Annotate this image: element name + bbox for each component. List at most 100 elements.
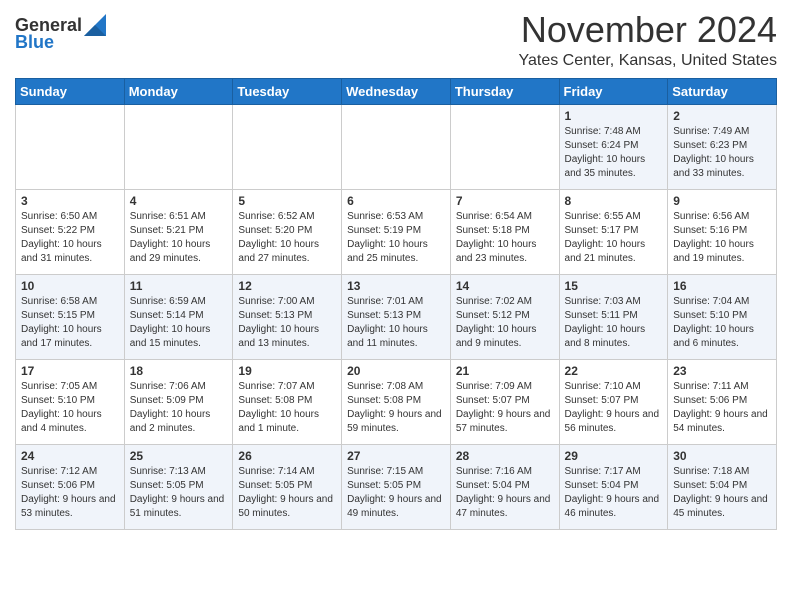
cell-content: Sunrise: 7:17 AM Sunset: 5:04 PM Dayligh… bbox=[565, 465, 663, 521]
cell-content: Sunrise: 7:07 AM Sunset: 5:08 PM Dayligh… bbox=[238, 380, 336, 436]
cell-content: Sunrise: 7:48 AM Sunset: 6:24 PM Dayligh… bbox=[565, 125, 663, 181]
day-number: 12 bbox=[238, 279, 336, 293]
calendar-week-row: 24 Sunrise: 7:12 AM Sunset: 5:06 PM Dayli… bbox=[16, 444, 777, 529]
cell-content: Sunrise: 7:49 AM Sunset: 6:23 PM Dayligh… bbox=[673, 125, 771, 181]
cell-content: Sunrise: 7:14 AM Sunset: 5:05 PM Dayligh… bbox=[238, 465, 336, 521]
calendar-header: SundayMondayTuesdayWednesdayThursdayFrid… bbox=[16, 78, 777, 104]
logo-icon bbox=[84, 14, 106, 36]
calendar-cell: 5 Sunrise: 6:52 AM Sunset: 5:20 PM Daylig… bbox=[233, 189, 342, 274]
location: Yates Center, Kansas, United States bbox=[518, 52, 777, 70]
cell-content: Sunrise: 7:15 AM Sunset: 5:05 PM Dayligh… bbox=[347, 465, 445, 521]
calendar-cell: 16 Sunrise: 7:04 AM Sunset: 5:10 PM Dayli… bbox=[668, 274, 777, 359]
calendar-cell: 29 Sunrise: 7:17 AM Sunset: 5:04 PM Dayli… bbox=[559, 444, 668, 529]
day-number: 4 bbox=[130, 194, 228, 208]
calendar-cell: 3Sunrise: 6:50 AM Sunset: 5:22 PM Daylig… bbox=[16, 189, 125, 274]
cell-content: Sunrise: 6:54 AM Sunset: 5:18 PM Dayligh… bbox=[456, 210, 554, 266]
calendar-cell: 19 Sunrise: 7:07 AM Sunset: 5:08 PM Dayli… bbox=[233, 359, 342, 444]
calendar-cell: 21 Sunrise: 7:09 AM Sunset: 5:07 PM Dayli… bbox=[450, 359, 559, 444]
day-number: 14 bbox=[456, 279, 554, 293]
cell-content: Sunrise: 7:16 AM Sunset: 5:04 PM Dayligh… bbox=[456, 465, 554, 521]
day-number: 1 bbox=[565, 109, 663, 123]
calendar-cell: 1 Sunrise: 7:48 AM Sunset: 6:24 PM Daylig… bbox=[559, 104, 668, 189]
calendar-body: 1 Sunrise: 7:48 AM Sunset: 6:24 PM Daylig… bbox=[16, 104, 777, 529]
calendar-cell: 30 Sunrise: 7:18 AM Sunset: 5:04 PM Dayli… bbox=[668, 444, 777, 529]
day-number: 15 bbox=[565, 279, 663, 293]
day-number: 2 bbox=[673, 109, 771, 123]
day-number: 24 bbox=[21, 449, 119, 463]
day-number: 18 bbox=[130, 364, 228, 378]
cell-content: Sunrise: 7:10 AM Sunset: 5:07 PM Dayligh… bbox=[565, 380, 663, 436]
cell-content: Sunrise: 7:12 AM Sunset: 5:06 PM Dayligh… bbox=[21, 465, 119, 521]
day-number: 10 bbox=[21, 279, 119, 293]
calendar-cell: 17Sunrise: 7:05 AM Sunset: 5:10 PM Dayli… bbox=[16, 359, 125, 444]
calendar-cell bbox=[342, 104, 451, 189]
calendar-cell: 25Sunrise: 7:13 AM Sunset: 5:05 PM Dayli… bbox=[124, 444, 233, 529]
day-number: 6 bbox=[347, 194, 445, 208]
logo-blue-text: Blue bbox=[15, 32, 54, 53]
month-title: November 2024 bbox=[518, 10, 777, 50]
weekday-header-wednesday: Wednesday bbox=[342, 78, 451, 104]
day-number: 13 bbox=[347, 279, 445, 293]
calendar-week-row: 17Sunrise: 7:05 AM Sunset: 5:10 PM Dayli… bbox=[16, 359, 777, 444]
day-number: 21 bbox=[456, 364, 554, 378]
cell-content: Sunrise: 6:58 AM Sunset: 5:15 PM Dayligh… bbox=[21, 295, 119, 351]
calendar-cell: 14 Sunrise: 7:02 AM Sunset: 5:12 PM Dayli… bbox=[450, 274, 559, 359]
day-number: 29 bbox=[565, 449, 663, 463]
day-number: 16 bbox=[673, 279, 771, 293]
weekday-header-saturday: Saturday bbox=[668, 78, 777, 104]
calendar-cell: 24 Sunrise: 7:12 AM Sunset: 5:06 PM Dayli… bbox=[16, 444, 125, 529]
day-number: 5 bbox=[238, 194, 336, 208]
day-number: 30 bbox=[673, 449, 771, 463]
weekday-header-row: SundayMondayTuesdayWednesdayThursdayFrid… bbox=[16, 78, 777, 104]
cell-content: Sunrise: 7:06 AM Sunset: 5:09 PM Dayligh… bbox=[130, 380, 228, 436]
page-header: General Blue November 2024 Yates Center,… bbox=[15, 10, 777, 70]
cell-content: Sunrise: 7:02 AM Sunset: 5:12 PM Dayligh… bbox=[456, 295, 554, 351]
day-number: 19 bbox=[238, 364, 336, 378]
calendar-cell bbox=[124, 104, 233, 189]
cell-content: Sunrise: 7:00 AM Sunset: 5:13 PM Dayligh… bbox=[238, 295, 336, 351]
calendar-cell: 11Sunrise: 6:59 AM Sunset: 5:14 PM Dayli… bbox=[124, 274, 233, 359]
day-number: 20 bbox=[347, 364, 445, 378]
day-number: 25 bbox=[130, 449, 228, 463]
calendar-cell: 26Sunrise: 7:14 AM Sunset: 5:05 PM Dayli… bbox=[233, 444, 342, 529]
calendar-cell: 7 Sunrise: 6:54 AM Sunset: 5:18 PM Daylig… bbox=[450, 189, 559, 274]
calendar-table: SundayMondayTuesdayWednesdayThursdayFrid… bbox=[15, 78, 777, 530]
weekday-header-monday: Monday bbox=[124, 78, 233, 104]
calendar-cell: 27 Sunrise: 7:15 AM Sunset: 5:05 PM Dayli… bbox=[342, 444, 451, 529]
day-number: 22 bbox=[565, 364, 663, 378]
cell-content: Sunrise: 7:18 AM Sunset: 5:04 PM Dayligh… bbox=[673, 465, 771, 521]
calendar-cell: 28Sunrise: 7:16 AM Sunset: 5:04 PM Dayli… bbox=[450, 444, 559, 529]
calendar-week-row: 10 Sunrise: 6:58 AM Sunset: 5:15 PM Dayli… bbox=[16, 274, 777, 359]
cell-content: Sunrise: 7:08 AM Sunset: 5:08 PM Dayligh… bbox=[347, 380, 445, 436]
calendar-cell: 15Sunrise: 7:03 AM Sunset: 5:11 PM Dayli… bbox=[559, 274, 668, 359]
day-number: 7 bbox=[456, 194, 554, 208]
calendar-cell: 20 Sunrise: 7:08 AM Sunset: 5:08 PM Dayli… bbox=[342, 359, 451, 444]
weekday-header-thursday: Thursday bbox=[450, 78, 559, 104]
cell-content: Sunrise: 7:04 AM Sunset: 5:10 PM Dayligh… bbox=[673, 295, 771, 351]
day-number: 27 bbox=[347, 449, 445, 463]
calendar-cell: 13Sunrise: 7:01 AM Sunset: 5:13 PM Dayli… bbox=[342, 274, 451, 359]
calendar-cell bbox=[16, 104, 125, 189]
day-number: 8 bbox=[565, 194, 663, 208]
logo: General Blue bbox=[15, 10, 106, 53]
weekday-header-friday: Friday bbox=[559, 78, 668, 104]
calendar-week-row: 1 Sunrise: 7:48 AM Sunset: 6:24 PM Daylig… bbox=[16, 104, 777, 189]
cell-content: Sunrise: 6:52 AM Sunset: 5:20 PM Dayligh… bbox=[238, 210, 336, 266]
day-number: 23 bbox=[673, 364, 771, 378]
cell-content: Sunrise: 7:09 AM Sunset: 5:07 PM Dayligh… bbox=[456, 380, 554, 436]
calendar-cell: 10 Sunrise: 6:58 AM Sunset: 5:15 PM Dayli… bbox=[16, 274, 125, 359]
calendar-cell: 6 Sunrise: 6:53 AM Sunset: 5:19 PM Daylig… bbox=[342, 189, 451, 274]
calendar-cell: 2 Sunrise: 7:49 AM Sunset: 6:23 PM Daylig… bbox=[668, 104, 777, 189]
cell-content: Sunrise: 6:53 AM Sunset: 5:19 PM Dayligh… bbox=[347, 210, 445, 266]
title-area: November 2024 Yates Center, Kansas, Unit… bbox=[518, 10, 777, 70]
cell-content: Sunrise: 7:05 AM Sunset: 5:10 PM Dayligh… bbox=[21, 380, 119, 436]
weekday-header-sunday: Sunday bbox=[16, 78, 125, 104]
calendar-cell: 23 Sunrise: 7:11 AM Sunset: 5:06 PM Dayli… bbox=[668, 359, 777, 444]
cell-content: Sunrise: 7:11 AM Sunset: 5:06 PM Dayligh… bbox=[673, 380, 771, 436]
cell-content: Sunrise: 6:51 AM Sunset: 5:21 PM Dayligh… bbox=[130, 210, 228, 266]
day-number: 9 bbox=[673, 194, 771, 208]
cell-content: Sunrise: 6:56 AM Sunset: 5:16 PM Dayligh… bbox=[673, 210, 771, 266]
cell-content: Sunrise: 6:59 AM Sunset: 5:14 PM Dayligh… bbox=[130, 295, 228, 351]
calendar-cell: 4 Sunrise: 6:51 AM Sunset: 5:21 PM Daylig… bbox=[124, 189, 233, 274]
calendar-cell bbox=[450, 104, 559, 189]
